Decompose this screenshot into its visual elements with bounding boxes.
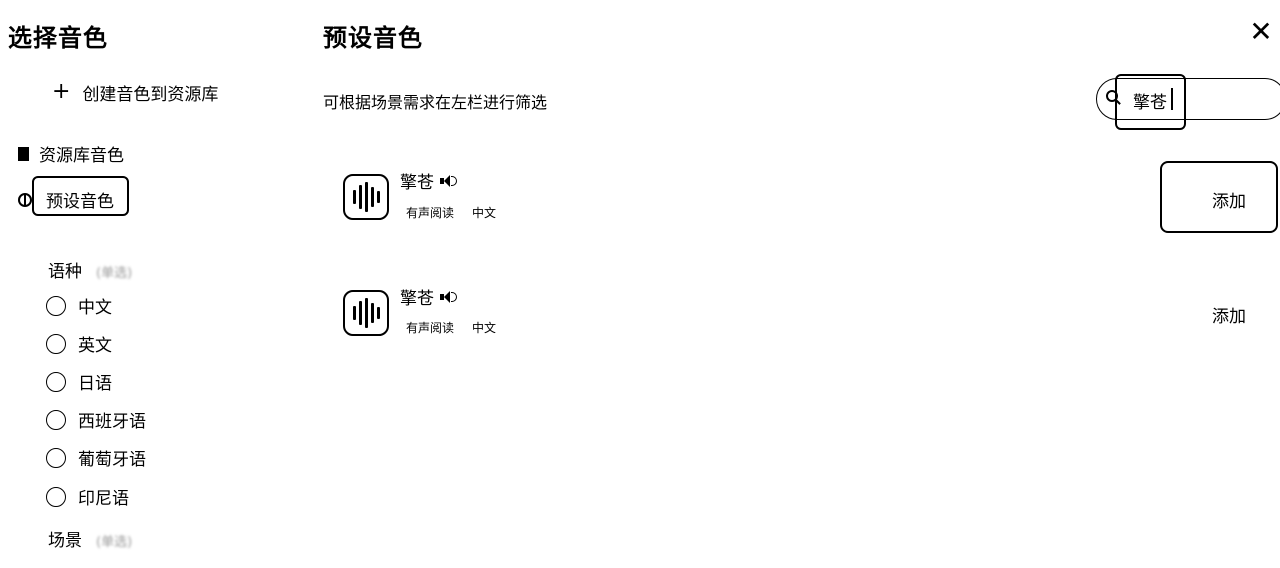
language-option[interactable]: 英文 [46,331,112,356]
voice-tags: 有声阅读 中文 [406,204,496,221]
nav-library-label: 资源库音色 [39,146,124,166]
voice-tag: 有声阅读 [406,206,455,220]
language-option-label: 英文 [78,336,112,356]
radio-button[interactable] [46,409,66,430]
language-filter-header: 语种 (单选) [48,257,132,282]
create-voice-label: 创建音色到资源库 [82,84,219,105]
radio-button[interactable] [46,371,66,392]
language-option[interactable]: 中文 [46,293,112,318]
speaker-icon[interactable] [440,174,457,188]
add-voice-button[interactable]: 添加 [1212,187,1246,212]
language-option[interactable]: 印尼语 [46,484,129,509]
voice-name: 擎苍 [400,173,434,193]
language-option[interactable]: 日语 [46,369,112,394]
radio-button[interactable] [46,333,66,354]
nav-library-voices[interactable]: 资源库音色 [18,141,124,166]
voice-wave-icon [343,290,389,336]
scene-filter-hint: (单选) [96,535,133,550]
preset-icon [18,192,32,207]
add-voice-button[interactable]: 添加 [1212,302,1246,327]
voice-wave-icon [343,174,389,220]
search-input-value[interactable]: 擎苍 [1133,88,1167,113]
voice-tag: 中文 [472,206,497,220]
language-option-label: 印尼语 [78,489,129,509]
language-option[interactable]: 西班牙语 [46,407,146,432]
scene-filter-header: 场景 (单选) [48,526,132,551]
voice-name-row: 擎苍 [400,168,457,193]
radio-button[interactable] [46,295,66,316]
language-filter-hint: (单选) [96,266,133,281]
language-option-label: 葡萄牙语 [78,450,146,470]
voice-name-row: 擎苍 [400,284,457,309]
nav-preset-highlight [32,176,129,216]
library-icon [18,146,29,161]
language-option-label: 西班牙语 [78,412,146,432]
voice-tag: 中文 [472,321,497,335]
plus-icon: + [52,79,71,104]
voice-tag: 有声阅读 [406,321,455,335]
text-caret [1171,88,1173,110]
language-option-label: 中文 [78,298,112,318]
voice-tags: 有声阅读 中文 [406,319,496,336]
language-option[interactable]: 葡萄牙语 [46,445,146,470]
create-voice-button[interactable]: + 创建音色到资源库 [52,78,218,106]
radio-button[interactable] [46,486,66,507]
scene-filter-label: 场景 [48,531,82,551]
radio-button[interactable] [46,447,66,468]
panel-title: 选择音色 [8,24,108,52]
language-option-label: 日语 [78,374,112,394]
language-filter-label: 语种 [48,262,82,282]
page-title: 预设音色 [323,24,423,52]
close-icon[interactable]: ✕ [1247,18,1275,46]
filter-hint-text: 可根据场景需求在左栏进行筛选 [323,93,548,112]
voice-name: 擎苍 [400,289,434,309]
speaker-icon[interactable] [440,290,457,304]
